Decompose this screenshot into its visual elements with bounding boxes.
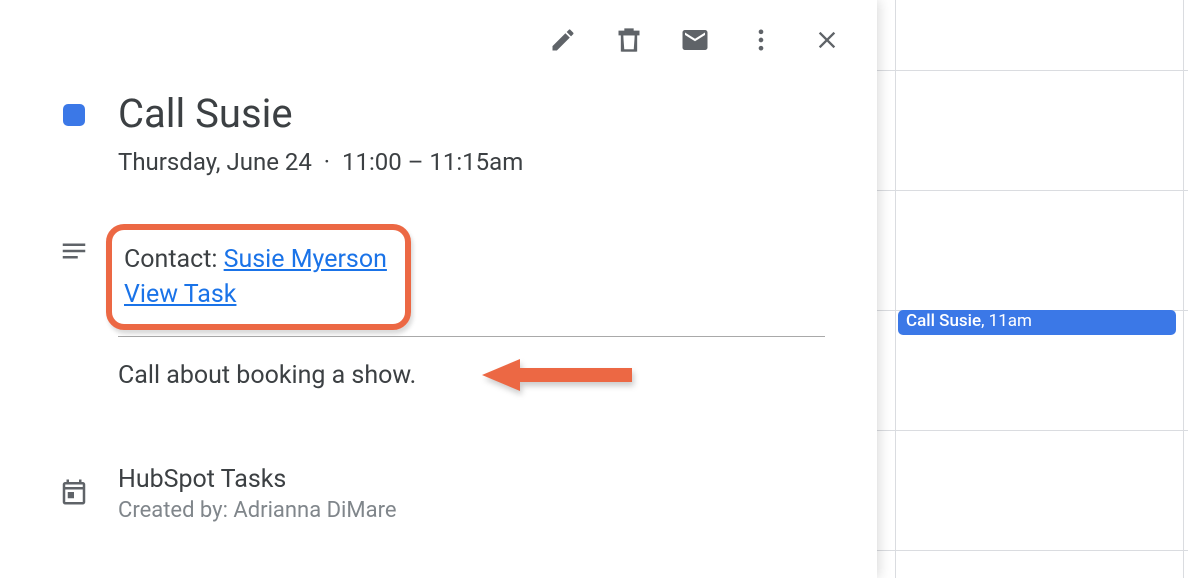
close-icon[interactable] [811, 24, 843, 56]
calendar-block-sep: , [981, 311, 989, 331]
annotation-highlight-box: Contact: Susie Myerson View Task [106, 224, 411, 330]
more-options-icon[interactable] [745, 24, 777, 56]
calendar-icon [59, 477, 89, 507]
delete-icon[interactable] [613, 24, 645, 56]
email-icon[interactable] [679, 24, 711, 56]
contact-label: Contact: [124, 245, 224, 274]
description-divider [118, 336, 825, 337]
calendar-name: HubSpot Tasks [118, 465, 847, 494]
edit-icon[interactable] [547, 24, 579, 56]
event-detail-panel: Call Susie Thursday, June 24 · 11:00 – 1… [0, 0, 877, 578]
calendar-block-time: 11am [989, 311, 1032, 331]
contact-link[interactable]: Susie Myerson [224, 245, 387, 274]
event-title: Call Susie [118, 92, 847, 136]
event-datetime: Thursday, June 24 · 11:00 – 11:15am [118, 148, 847, 176]
view-task-link[interactable]: View Task [124, 280, 236, 309]
event-color-chip [63, 104, 85, 126]
calendar-block-title: Call Susie [906, 311, 981, 331]
event-note-body: Call about booking a show. [118, 361, 416, 390]
created-by-label: Created by: Adrianna DiMare [118, 498, 847, 523]
annotation-arrow-icon [482, 357, 632, 393]
description-icon [59, 236, 89, 266]
calendar-block-event[interactable]: Call Susie, 11am [898, 310, 1176, 335]
